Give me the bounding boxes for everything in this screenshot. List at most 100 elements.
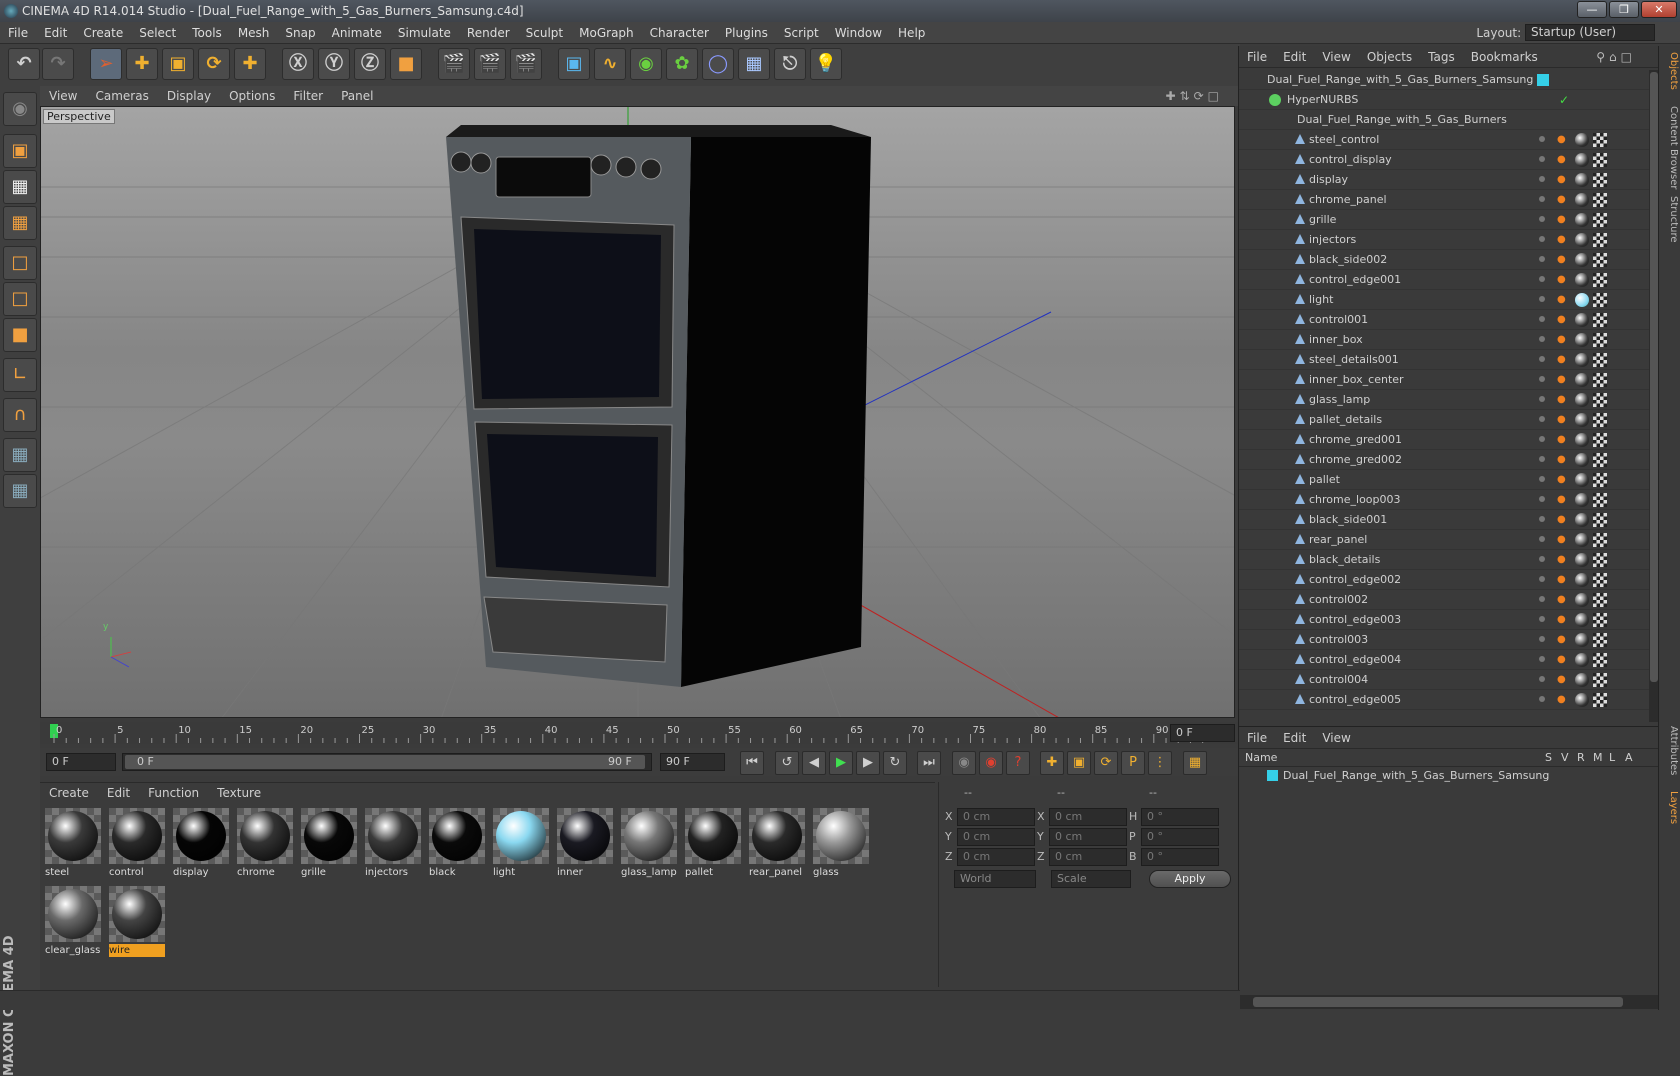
object-menu-edit[interactable]: Edit — [1275, 46, 1314, 68]
menu-edit[interactable]: Edit — [36, 22, 75, 44]
coord-mode-dropdown[interactable]: World — [954, 870, 1036, 888]
material-tag-icon[interactable] — [1575, 233, 1589, 247]
visibility-dot-icon[interactable] — [1539, 456, 1545, 462]
tree-row-control-edge001[interactable]: control_edge001 ● — [1239, 270, 1649, 290]
coord-value-field[interactable]: 0 cm — [957, 848, 1035, 866]
phong-tag-icon[interactable]: ● — [1557, 174, 1567, 186]
material-menu-texture[interactable]: Texture — [208, 783, 270, 803]
keyframe-selection-icon[interactable]: ? — [1006, 751, 1030, 775]
tree-row-injectors[interactable]: injectors ● — [1239, 230, 1649, 250]
texture-tag-icon[interactable] — [1593, 453, 1607, 467]
layer-row[interactable]: Dual_Fuel_Range_with_5_Gas_Burners_Samsu… — [1239, 767, 1658, 785]
layer-menu-file[interactable]: File — [1239, 731, 1275, 745]
visibility-dot-icon[interactable] — [1539, 656, 1545, 662]
tree-row-steel-control[interactable]: steel_control ● — [1239, 130, 1649, 150]
coord-value-field[interactable]: 0 cm — [957, 808, 1035, 826]
visibility-dot-icon[interactable] — [1539, 196, 1545, 202]
visibility-dot-icon[interactable] — [1539, 376, 1545, 382]
material-tag-icon[interactable] — [1575, 413, 1589, 427]
record-keys-icon[interactable]: ◉ — [952, 751, 976, 775]
coord-scale-dropdown[interactable]: Scale — [1051, 870, 1131, 888]
material-tag-icon[interactable] — [1575, 613, 1589, 627]
visibility-dot-icon[interactable] — [1539, 136, 1545, 142]
minimize-button[interactable]: — — [1577, 1, 1607, 18]
material-tag-icon[interactable] — [1575, 633, 1589, 647]
next-key-icon[interactable]: ↻ — [883, 751, 907, 775]
key-parameter-icon[interactable]: P — [1121, 751, 1145, 775]
tree-row-display[interactable]: display ● — [1239, 170, 1649, 190]
visibility-dot-icon[interactable] — [1539, 696, 1545, 702]
workplane-icon[interactable]: ▦ — [3, 206, 37, 240]
texture-tag-icon[interactable] — [1593, 333, 1607, 347]
play-icon[interactable]: ▶ — [829, 751, 853, 775]
phong-tag-icon[interactable]: ● — [1557, 534, 1567, 546]
material-tag-icon[interactable] — [1575, 513, 1589, 527]
floor-icon[interactable]: ▦ — [738, 48, 770, 80]
material-glass-lamp[interactable]: glass_lamp — [619, 806, 679, 881]
material-tag-icon[interactable] — [1575, 273, 1589, 287]
phong-tag-icon[interactable]: ● — [1557, 354, 1567, 366]
texture-tag-icon[interactable] — [1593, 253, 1607, 267]
material-tag-icon[interactable] — [1575, 433, 1589, 447]
material-tag-icon[interactable] — [1575, 213, 1589, 227]
viewport-nav-icons[interactable]: ✚⇅⟳□ — [1156, 86, 1232, 106]
tree-row-control-edge002[interactable]: control_edge002 ● — [1239, 570, 1649, 590]
texture-tag-icon[interactable] — [1593, 493, 1607, 507]
material-tag-icon[interactable] — [1575, 493, 1589, 507]
visibility-dot-icon[interactable] — [1539, 356, 1545, 362]
phong-tag-icon[interactable]: ● — [1557, 494, 1567, 506]
material-light[interactable]: light — [491, 806, 551, 881]
phong-tag-icon[interactable]: ● — [1557, 194, 1567, 206]
coord-value-field[interactable]: 0 cm — [1049, 828, 1127, 846]
phong-tag-icon[interactable]: ● — [1557, 154, 1567, 166]
visibility-dot-icon[interactable] — [1539, 256, 1545, 262]
texture-mode-icon[interactable]: ▦ — [3, 170, 37, 204]
visibility-dot-icon[interactable] — [1539, 176, 1545, 182]
material-control[interactable]: control — [107, 806, 167, 881]
x-axis-lock-icon[interactable]: Ⓧ — [282, 48, 314, 80]
phong-tag-icon[interactable]: ● — [1557, 134, 1567, 146]
axis-mode-icon[interactable]: ∟ — [3, 358, 37, 392]
tab-structure[interactable]: Structure — [1661, 196, 1679, 243]
menu-character[interactable]: Character — [642, 22, 717, 44]
visibility-dot-icon[interactable] — [1539, 616, 1545, 622]
texture-tag-icon[interactable] — [1593, 173, 1607, 187]
object-menu-file[interactable]: File — [1239, 46, 1275, 68]
points-mode-icon[interactable]: □ — [3, 246, 37, 280]
visibility-dot-icon[interactable] — [1539, 476, 1545, 482]
material-black[interactable]: black — [427, 806, 487, 881]
object-search-icon[interactable]: ⚲⌂□ — [1588, 46, 1644, 68]
material-display[interactable]: display — [171, 806, 231, 881]
material-tag-icon[interactable] — [1575, 313, 1589, 327]
live-selection-icon[interactable]: ➢ — [90, 48, 122, 80]
phong-tag-icon[interactable]: ● — [1557, 234, 1567, 246]
visibility-dot-icon[interactable] — [1539, 636, 1545, 642]
tree-row-black-details[interactable]: black_details ● — [1239, 550, 1649, 570]
render-picture-viewer-icon[interactable]: 🎬 — [474, 48, 506, 80]
menu-create[interactable]: Create — [75, 22, 131, 44]
tree-row-control-display[interactable]: control_display ● — [1239, 150, 1649, 170]
texture-tag-icon[interactable] — [1593, 473, 1607, 487]
menu-mograph[interactable]: MoGraph — [571, 22, 642, 44]
material-tag-icon[interactable] — [1575, 173, 1589, 187]
texture-tag-icon[interactable] — [1593, 673, 1607, 687]
tree-row-group[interactable]: Dual_Fuel_Range_with_5_Gas_Burners — [1239, 110, 1649, 130]
timeline-window-icon[interactable]: ▦ — [1183, 751, 1207, 775]
texture-tag-icon[interactable] — [1593, 533, 1607, 547]
nurbs-icon[interactable]: ◉ — [630, 48, 662, 80]
phong-tag-icon[interactable]: ● — [1557, 594, 1567, 606]
timeline-ruler[interactable]: 0 5 10 15 20 25 30 35 40 45 50 55 60 65 70 75 80 85 90 0 F — [40, 722, 1240, 744]
material-menu-create[interactable]: Create — [40, 783, 98, 803]
menu-plugins[interactable]: Plugins — [717, 22, 776, 44]
texture-tag-icon[interactable] — [1593, 213, 1607, 227]
tree-row-chrome-gred002[interactable]: chrome_gred002 ● — [1239, 450, 1649, 470]
redo-icon[interactable]: ↷ — [42, 48, 74, 80]
texture-tag-icon[interactable] — [1593, 413, 1607, 427]
texture-tag-icon[interactable] — [1593, 433, 1607, 447]
workplane-lock-icon[interactable]: ▦ — [3, 438, 37, 472]
tab-attributes[interactable]: Attributes — [1661, 726, 1679, 775]
z-axis-lock-icon[interactable]: Ⓩ — [354, 48, 386, 80]
deformer-icon[interactable]: ◯ — [702, 48, 734, 80]
viewport-menu-view[interactable]: View — [40, 86, 86, 106]
polygons-mode-icon[interactable]: ■ — [3, 318, 37, 352]
